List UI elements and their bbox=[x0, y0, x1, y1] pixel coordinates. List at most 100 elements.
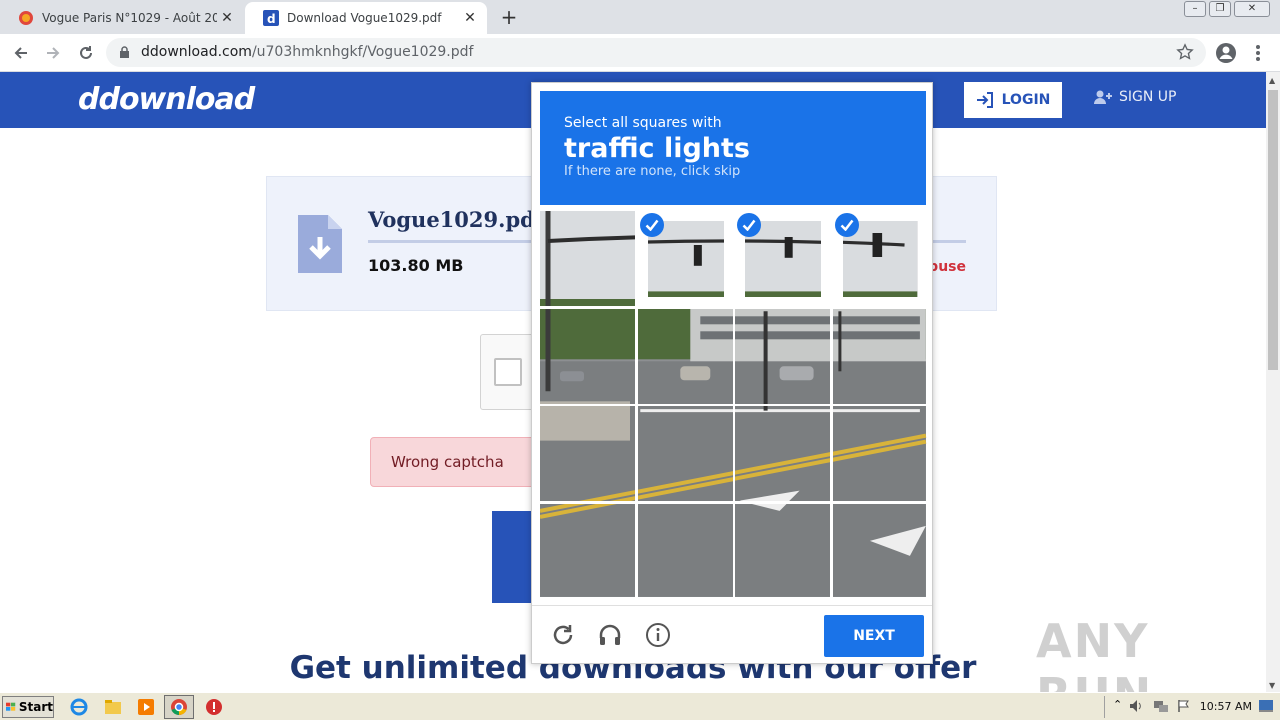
clock: 10:57 AM bbox=[1199, 700, 1252, 713]
windows-logo-icon bbox=[6, 702, 16, 711]
challenge-footer: NEXT bbox=[532, 605, 932, 663]
tile-street-image bbox=[735, 406, 831, 502]
start-label: Start bbox=[18, 700, 53, 714]
new-tab-button[interactable]: + bbox=[498, 6, 520, 28]
challenge-tile[interactable] bbox=[637, 308, 733, 404]
back-button[interactable] bbox=[10, 42, 32, 64]
browser-menu-icon[interactable] bbox=[1250, 42, 1266, 64]
tab-vogue-paris[interactable]: Vogue Paris N°1029 - Août 2022 » Te ✕ bbox=[0, 2, 244, 34]
tile-street-image bbox=[735, 504, 831, 597]
file-name: Vogue1029.pdf bbox=[368, 207, 544, 232]
url-path: /u703hmknhgkf/Vogue1029.pdf bbox=[251, 44, 474, 60]
challenge-tile[interactable] bbox=[833, 211, 928, 306]
reload-challenge-icon[interactable] bbox=[550, 622, 576, 648]
user-plus-icon bbox=[1094, 90, 1112, 104]
tile-street-image bbox=[540, 406, 635, 502]
signup-link[interactable]: SIGN UP bbox=[1093, 89, 1176, 105]
challenge-tile[interactable] bbox=[638, 211, 733, 306]
challenge-tile[interactable] bbox=[735, 211, 830, 306]
tile-street-image bbox=[540, 211, 635, 306]
error-message: Wrong captcha bbox=[391, 453, 504, 471]
file-size: 103.80 MB bbox=[368, 256, 464, 275]
tab-title: Download Vogue1029.pdf bbox=[287, 11, 442, 25]
restore-button[interactable]: ❐ bbox=[1209, 1, 1231, 17]
arrow-left-icon bbox=[14, 47, 27, 59]
url-text: ddownload.com/u703hmknhgkf/Vogue1029.pdf bbox=[141, 44, 473, 60]
lock-icon bbox=[120, 46, 129, 58]
tile-selected-check-icon bbox=[639, 213, 664, 237]
page-scrollbar[interactable]: ▲ ▼ bbox=[1266, 72, 1280, 692]
audio-challenge-icon[interactable] bbox=[597, 622, 623, 648]
challenge-target: traffic lights bbox=[564, 133, 750, 164]
challenge-tile[interactable] bbox=[540, 406, 635, 502]
start-button[interactable]: Start bbox=[2, 696, 54, 718]
challenge-tile[interactable] bbox=[735, 308, 831, 404]
ddownload-favicon-icon: d bbox=[263, 10, 279, 26]
file-download-icon bbox=[298, 215, 342, 273]
firefox-favicon-icon bbox=[19, 11, 33, 25]
captcha-challenge-dialog: Select all squares with traffic lights I… bbox=[531, 82, 933, 664]
challenge-tile[interactable] bbox=[637, 504, 733, 599]
challenge-tile[interactable] bbox=[833, 308, 928, 404]
volume-icon[interactable] bbox=[1129, 699, 1145, 713]
tile-street-image bbox=[833, 406, 927, 502]
tile-street-image bbox=[540, 308, 635, 404]
tab-close-icon[interactable]: ✕ bbox=[461, 9, 479, 27]
tile-street-image bbox=[637, 308, 733, 404]
reload-icon bbox=[80, 46, 92, 59]
challenge-tile[interactable] bbox=[833, 406, 928, 502]
signup-label: SIGN UP bbox=[1119, 89, 1177, 105]
arrow-right-icon bbox=[47, 47, 60, 59]
challenge-header: Select all squares with traffic lights I… bbox=[540, 91, 926, 205]
bookmark-star-icon[interactable] bbox=[1176, 43, 1194, 61]
action-center-flag-icon[interactable] bbox=[1177, 699, 1191, 713]
login-icon bbox=[976, 92, 993, 108]
report-abuse-link[interactable]: buse bbox=[928, 259, 966, 275]
tile-street-image bbox=[833, 308, 926, 404]
recaptcha-checkbox[interactable] bbox=[494, 358, 522, 386]
close-window-button[interactable]: ✕ bbox=[1234, 1, 1270, 17]
reload-button[interactable] bbox=[75, 42, 97, 64]
tab-close-icon[interactable]: ✕ bbox=[218, 9, 236, 27]
scroll-up-icon[interactable]: ▲ bbox=[1269, 76, 1275, 85]
forward-button[interactable] bbox=[42, 42, 64, 64]
challenge-tile[interactable] bbox=[833, 504, 928, 599]
challenge-tile[interactable] bbox=[540, 211, 635, 306]
taskbar-chrome-active[interactable] bbox=[164, 695, 194, 719]
browser-tab-bar: Vogue Paris N°1029 - Août 2022 » Te ✕ d … bbox=[0, 0, 1280, 34]
tile-street-image bbox=[540, 504, 635, 597]
minimize-button[interactable]: – bbox=[1184, 1, 1206, 17]
chrome-icon bbox=[171, 699, 187, 716]
challenge-tile[interactable] bbox=[735, 406, 831, 502]
media-player-icon[interactable] bbox=[137, 698, 155, 716]
tab-download-vogue[interactable]: d Download Vogue1029.pdf ✕ bbox=[245, 2, 487, 34]
tab-title: Vogue Paris N°1029 - Août 2022 » Te bbox=[42, 11, 217, 25]
internet-explorer-icon[interactable] bbox=[70, 698, 88, 716]
info-icon[interactable] bbox=[645, 622, 671, 648]
next-button[interactable]: NEXT bbox=[824, 615, 924, 657]
challenge-tile[interactable] bbox=[637, 406, 733, 502]
challenge-tile[interactable] bbox=[540, 504, 635, 599]
profile-avatar-icon[interactable] bbox=[1215, 42, 1237, 64]
challenge-instruction: Select all squares with bbox=[564, 115, 722, 131]
system-tray: ⌃ 10:57 AM bbox=[1104, 696, 1278, 718]
file-explorer-icon[interactable] bbox=[104, 698, 122, 716]
challenge-hint: If there are none, click skip bbox=[564, 164, 741, 179]
svg-text:d: d bbox=[267, 12, 276, 26]
tray-expand-icon[interactable]: ⌃ bbox=[1113, 698, 1122, 711]
login-label: LOGIN bbox=[1001, 92, 1051, 108]
show-desktop-icon[interactable] bbox=[1258, 699, 1274, 713]
tile-selected-check-icon bbox=[835, 213, 860, 237]
login-button[interactable]: LOGIN bbox=[964, 82, 1062, 118]
challenge-tile[interactable] bbox=[540, 308, 635, 404]
tile-street-image bbox=[735, 308, 831, 404]
tile-street-image bbox=[637, 406, 733, 502]
network-icon[interactable] bbox=[1153, 699, 1169, 713]
challenge-tile[interactable] bbox=[735, 504, 831, 599]
site-logo[interactable]: ddownload bbox=[78, 82, 255, 117]
tile-street-image bbox=[833, 504, 926, 597]
scrollbar-thumb[interactable] bbox=[1268, 90, 1278, 370]
stop-app-icon[interactable] bbox=[205, 698, 223, 716]
address-bar[interactable]: ddownload.com/u703hmknhgkf/Vogue1029.pdf bbox=[106, 38, 1206, 67]
tile-street-image bbox=[637, 504, 733, 597]
